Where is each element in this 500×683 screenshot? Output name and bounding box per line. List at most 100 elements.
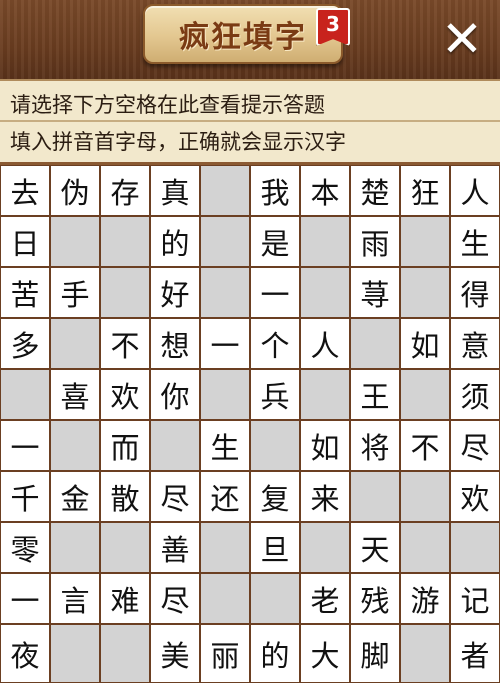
grid-cell[interactable]: 千 [0, 471, 50, 522]
grid-cell-blocked [250, 573, 300, 624]
grid-cell[interactable]: 夜 [0, 624, 50, 683]
grid-cell[interactable]: 想 [150, 318, 200, 369]
grid-cell[interactable]: 得 [450, 267, 500, 318]
grid-cell-blocked [250, 420, 300, 471]
grid-cell[interactable]: 多 [0, 318, 50, 369]
grid-cell-blocked [400, 267, 450, 318]
grid-cell[interactable]: 言 [50, 573, 100, 624]
hint-text-line-1: 请选择下方空格在此查看提示答题 [10, 93, 325, 117]
grid-cell[interactable]: 日 [0, 216, 50, 267]
grid-cell-blocked [400, 624, 450, 683]
grid-cell[interactable]: 零 [0, 522, 50, 573]
grid-cell[interactable]: 尽 [150, 573, 200, 624]
grid-cell-blocked [350, 318, 400, 369]
grid-cell[interactable]: 将 [350, 420, 400, 471]
grid-cell[interactable]: 记 [450, 573, 500, 624]
grid-cell[interactable]: 是 [250, 216, 300, 267]
grid-cell[interactable]: 荨 [350, 267, 400, 318]
grid-cell-blocked [100, 522, 150, 573]
grid-cell-blocked [300, 522, 350, 573]
crossword-grid: 去伪存真我本楚狂人日的是雨生苦手好一荨得多不想一个人如意喜欢你兵王须一而生如将不… [0, 165, 500, 683]
grid-cell[interactable]: 而 [100, 420, 150, 471]
grid-cell-blocked [300, 216, 350, 267]
grid-cell[interactable]: 善 [150, 522, 200, 573]
grid-cell[interactable]: 还 [200, 471, 250, 522]
grid-cell[interactable]: 尽 [450, 420, 500, 471]
grid-cell-blocked [150, 420, 200, 471]
grid-cell[interactable]: 去 [0, 165, 50, 216]
grid-cell[interactable]: 美 [150, 624, 200, 683]
grid-cell-blocked [200, 267, 250, 318]
grid-cell[interactable]: 雨 [350, 216, 400, 267]
grid-cell[interactable]: 散 [100, 471, 150, 522]
grid-cell[interactable]: 手 [50, 267, 100, 318]
grid-cell[interactable]: 不 [400, 420, 450, 471]
grid-cell-blocked [200, 573, 250, 624]
hint-divider [0, 120, 500, 122]
grid-cell[interactable]: 游 [400, 573, 450, 624]
grid-cell-blocked [400, 471, 450, 522]
grid-cell[interactable]: 如 [300, 420, 350, 471]
grid-cell[interactable]: 天 [350, 522, 400, 573]
grid-cell[interactable]: 人 [300, 318, 350, 369]
grid-cell[interactable]: 人 [450, 165, 500, 216]
grid-cell[interactable]: 旦 [250, 522, 300, 573]
grid-cell[interactable]: 存 [100, 165, 150, 216]
close-button[interactable]: ✕ [437, 14, 487, 64]
grid-cell-blocked [100, 216, 150, 267]
grid-cell[interactable]: 丽 [200, 624, 250, 683]
grid-cell[interactable]: 的 [250, 624, 300, 683]
grid-cell-blocked [100, 624, 150, 683]
grid-cell[interactable]: 本 [300, 165, 350, 216]
grid-cell[interactable]: 喜 [50, 369, 100, 420]
grid-cell-blocked [400, 216, 450, 267]
grid-cell[interactable]: 一 [200, 318, 250, 369]
grid-cell[interactable]: 我 [250, 165, 300, 216]
grid-cell[interactable]: 如 [400, 318, 450, 369]
grid-cell-blocked [200, 165, 250, 216]
grid-cell[interactable]: 一 [0, 420, 50, 471]
grid-cell[interactable]: 兵 [250, 369, 300, 420]
grid-cell[interactable]: 来 [300, 471, 350, 522]
grid-cell[interactable]: 者 [450, 624, 500, 683]
grid-cell[interactable]: 欢 [450, 471, 500, 522]
grid-cell[interactable]: 生 [450, 216, 500, 267]
grid-cell[interactable]: 个 [250, 318, 300, 369]
grid-cell[interactable]: 复 [250, 471, 300, 522]
grid-cell[interactable]: 一 [250, 267, 300, 318]
grid-cell[interactable]: 残 [350, 573, 400, 624]
grid-cell[interactable]: 意 [450, 318, 500, 369]
grid-cell[interactable]: 脚 [350, 624, 400, 683]
grid-cell[interactable]: 伪 [50, 165, 100, 216]
grid-cell-blocked [50, 522, 100, 573]
grid-cell[interactable]: 老 [300, 573, 350, 624]
grid-cell-blocked [0, 369, 50, 420]
grid-cell[interactable]: 须 [450, 369, 500, 420]
grid-cell[interactable]: 一 [0, 573, 50, 624]
grid-cell[interactable]: 好 [150, 267, 200, 318]
grid-cell-blocked [400, 369, 450, 420]
grid-cell-blocked [200, 522, 250, 573]
grid-cell[interactable]: 苦 [0, 267, 50, 318]
grid-cell[interactable]: 尽 [150, 471, 200, 522]
grid-cell[interactable]: 金 [50, 471, 100, 522]
grid-cell[interactable]: 狂 [400, 165, 450, 216]
grid-cell-blocked [300, 267, 350, 318]
grid-cell-blocked [50, 216, 100, 267]
grid-cell-blocked [200, 216, 250, 267]
grid-cell-blocked [450, 522, 500, 573]
grid-cell[interactable]: 的 [150, 216, 200, 267]
grid-cell[interactable]: 生 [200, 420, 250, 471]
grid-cell[interactable]: 真 [150, 165, 200, 216]
title-plaque: 疯狂填字 [143, 4, 343, 64]
hint-text-line-2: 填入拼音首字母，正确就会显示汉字 [10, 130, 346, 154]
grid-cell-blocked [100, 267, 150, 318]
grid-cell[interactable]: 你 [150, 369, 200, 420]
grid-cell[interactable]: 难 [100, 573, 150, 624]
grid-cell[interactable]: 大 [300, 624, 350, 683]
grid-cell[interactable]: 不 [100, 318, 150, 369]
grid-cell[interactable]: 王 [350, 369, 400, 420]
grid-cell[interactable]: 欢 [100, 369, 150, 420]
grid-cell[interactable]: 楚 [350, 165, 400, 216]
header-bar: 疯狂填字 3 ✕ [0, 0, 500, 79]
